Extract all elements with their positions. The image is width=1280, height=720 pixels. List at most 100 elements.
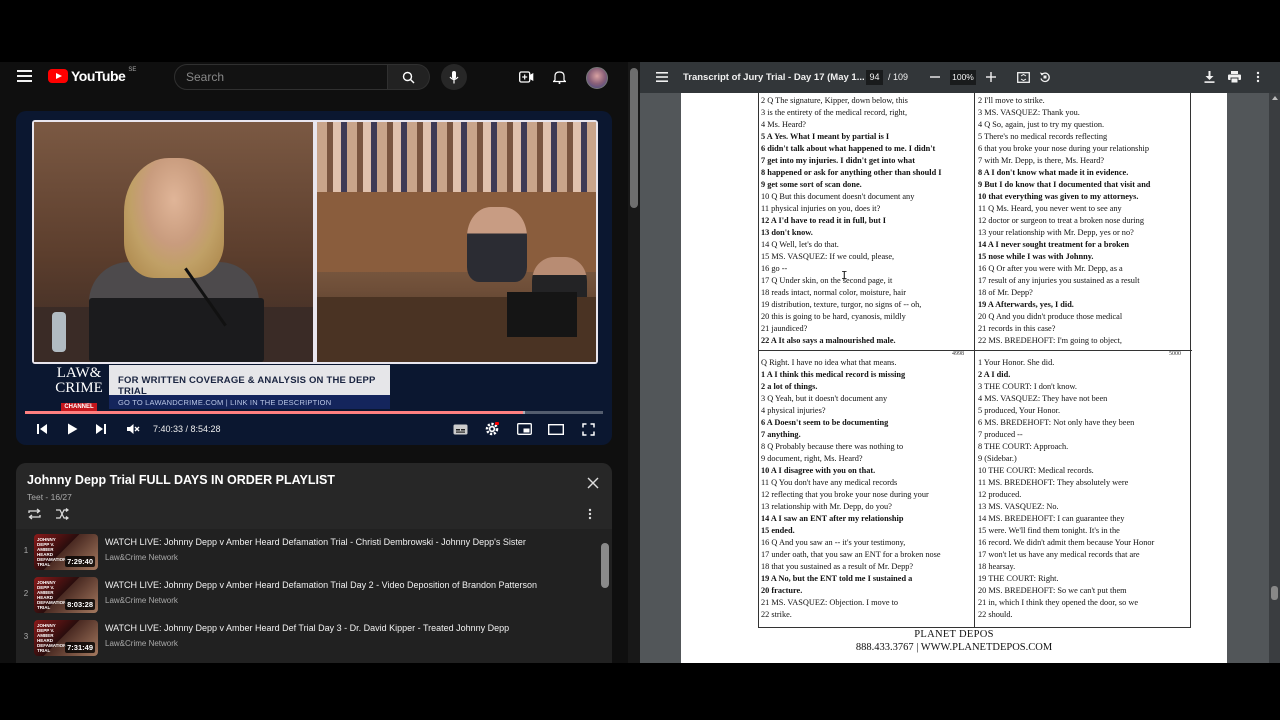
playlist-item-channel[interactable]: Law&Crime Network: [105, 553, 178, 562]
close-icon: [587, 477, 599, 489]
page-scrollbar-thumb[interactable]: [630, 68, 638, 208]
playlist-subtitle: Teet - 16/27: [27, 492, 72, 502]
pdf-viewer-pane: Transcript of Jury Trial - Day 17 (May 1…: [640, 62, 1280, 663]
fit-to-page-icon[interactable]: [1016, 70, 1030, 84]
print-icon[interactable]: [1227, 70, 1241, 84]
page-label-left: 4998: [952, 351, 964, 357]
scroll-up-arrow-icon[interactable]: [1272, 96, 1278, 100]
play-button[interactable]: [63, 420, 81, 438]
transcript-line: 4 physical injuries?: [761, 406, 826, 415]
miniplayer-button[interactable]: [515, 420, 533, 438]
zoom-in-icon[interactable]: [984, 70, 998, 84]
playlist-item[interactable]: 3 JOHNNY DEPP V. AMBER HEARD DEFAMATION …: [16, 617, 600, 659]
transcript-line: Q Right. I have no idea what that means.: [761, 358, 897, 367]
transcript-line: 18 that you sustained as a result of Mr.…: [761, 562, 914, 571]
transcript-line: 16 Q And you saw an -- it's your testimo…: [761, 538, 906, 547]
playlist-scrollbar-thumb[interactable]: [601, 543, 609, 588]
transcript-line: 15 MS. VASQUEZ: If we could, please,: [761, 252, 895, 261]
playlist-item-thumbnail[interactable]: JOHNNY DEPP V. AMBER HEARD DEFAMATION TR…: [34, 534, 98, 570]
video-duration: 8:03:28: [65, 599, 95, 610]
playlist-title[interactable]: Johnny Depp Trial FULL DAYS IN ORDER PLA…: [27, 473, 335, 487]
transcript-line: 21 MS. VASQUEZ: Objection. I move to: [761, 598, 899, 607]
search-input[interactable]: Search: [174, 64, 388, 90]
attorney-figure: [467, 207, 527, 282]
transcript-line: 9 But I do know that I documented that v…: [978, 180, 1151, 189]
loop-playlist-button[interactable]: [27, 508, 42, 523]
playlist-item-thumbnail[interactable]: JOHNNY DEPP V. AMBER HEARD DEFAMATION TR…: [34, 577, 98, 613]
laptop: [507, 292, 577, 337]
transcript-line: 7 get into my injuries. I didn't get int…: [761, 156, 915, 165]
search-button[interactable]: [388, 64, 430, 90]
page-number-input[interactable]: 94: [866, 70, 883, 85]
pdf-page[interactable]: 2 Q The signature, Kipper, down below, t…: [681, 93, 1227, 663]
transcript-line: 17 under oath, that you saw an ENT for a…: [761, 550, 941, 559]
transcript-line: 11 MS. BREDEHOFT: They absolutely were: [978, 478, 1129, 487]
zoom-level-input[interactable]: 100%: [950, 70, 976, 85]
menu-icon[interactable]: [17, 70, 32, 82]
transcript-line: 14 Q Well, let's do that.: [761, 240, 839, 249]
settings-button[interactable]: [483, 420, 501, 438]
playlist-scrollbar[interactable]: [601, 533, 609, 659]
transcript-line: 2 Q The signature, Kipper, down below, t…: [761, 96, 908, 105]
transcript-line: 21 in, which I think they opened the doo…: [978, 598, 1139, 607]
more-options-icon[interactable]: [1251, 70, 1265, 84]
previous-button[interactable]: [33, 420, 51, 438]
video-player[interactable]: LAW& CRIME CHANNEL FOR WRITTEN COVERAGE …: [16, 111, 612, 445]
playlist-item-title[interactable]: WATCH LIVE: Johnny Depp v Amber Heard De…: [105, 537, 526, 547]
close-playlist-button[interactable]: [586, 477, 600, 491]
transcript-line: 15 were. We'll find them tonight. It's i…: [978, 526, 1120, 535]
shuffle-icon: [56, 508, 69, 520]
playlist-panel: Johnny Depp Trial FULL DAYS IN ORDER PLA…: [16, 463, 612, 663]
pdf-toolbar: Transcript of Jury Trial - Day 17 (May 1…: [640, 62, 1280, 93]
avatar[interactable]: [586, 67, 608, 89]
courtroom-camera-view: [317, 122, 596, 362]
youtube-logo[interactable]: YouTube SE: [48, 67, 136, 84]
loop-icon: [28, 508, 41, 520]
thumbnail-tag: JOHNNY DEPP V. AMBER HEARD DEFAMATION TR…: [37, 580, 67, 610]
playlist-item-thumbnail[interactable]: JOHNNY DEPP V. AMBER HEARD DEFAMATION TR…: [34, 620, 98, 656]
transcript-quadrant-bottom-right: 1 Your Honor. She did. 2 A I did. 3 THE CO…: [978, 357, 1190, 621]
rotate-icon[interactable]: [1038, 70, 1052, 84]
zoom-out-icon[interactable]: [928, 70, 942, 84]
fullscreen-button[interactable]: [579, 420, 597, 438]
playlist-item-title[interactable]: WATCH LIVE: Johnny Depp v Amber Heard De…: [105, 580, 537, 590]
pdf-scrollbar-thumb[interactable]: [1271, 586, 1278, 600]
shuffle-playlist-button[interactable]: [55, 508, 69, 523]
transcript-line: 2 I'll move to strike.: [978, 96, 1045, 105]
transcript-quadrant-top-right: 2 I'll move to strike. 3 MS. VASQUEZ: Tha…: [978, 95, 1190, 347]
transcript-line: 19 distribution, texture, turgor, no sig…: [761, 300, 922, 309]
captions-icon: [453, 424, 467, 434]
mute-button[interactable]: [124, 420, 142, 438]
transcript-line: 20 MS. BREDEHOFT: So we can't put them: [978, 586, 1127, 595]
skip-next-icon: [96, 424, 106, 434]
page-scrollbar[interactable]: [628, 62, 640, 663]
transcript-line: 2 a lot of things.: [761, 382, 818, 391]
subtitles-button[interactable]: [451, 420, 469, 438]
playlist-item-channel[interactable]: Law&Crime Network: [105, 596, 178, 605]
transcript-line: 19 THE COURT: Right.: [978, 574, 1059, 583]
voice-search-button[interactable]: [441, 64, 467, 90]
pdf-menu-icon[interactable]: [655, 70, 669, 84]
playlist-item-title[interactable]: WATCH LIVE: Johnny Depp v Amber Heard De…: [105, 623, 509, 633]
playlist-item[interactable]: 1 JOHNNY DEPP V. AMBER HEARD DEFAMATION …: [16, 531, 600, 573]
transcript-line: 12 doctor or surgeon to treat a broken n…: [978, 216, 1144, 225]
transcript-line: 11 Q Ms. Heard, you never went to see an…: [978, 204, 1122, 213]
transcript-line: 17 won't let us have any medical records…: [978, 550, 1140, 559]
theater-mode-button[interactable]: [547, 420, 565, 438]
transcript-line: 17 Q Under skin, on the second page, it: [761, 276, 893, 285]
playlist-item-channel[interactable]: Law&Crime Network: [105, 639, 178, 648]
transcript-line: 9 document, right, Ms. Heard?: [761, 454, 863, 463]
transcript-line: 5 There's no medical records reflecting: [978, 132, 1108, 141]
transcript-line: 16 record. We didn't admit them because …: [978, 538, 1155, 547]
download-icon[interactable]: [1202, 70, 1216, 84]
pdf-document-title: Transcript of Jury Trial - Day 17 (May 1…: [683, 72, 865, 83]
pdf-scrollbar[interactable]: [1269, 93, 1280, 663]
transcript-line: 12 A I'd have to read it in full, but I: [761, 216, 887, 225]
playlist-item[interactable]: 2 JOHNNY DEPP V. AMBER HEARD DEFAMATION …: [16, 574, 600, 616]
next-button[interactable]: [92, 420, 110, 438]
seek-bar[interactable]: [25, 411, 603, 414]
notifications-bell-icon[interactable]: [551, 69, 567, 85]
create-video-icon[interactable]: [518, 69, 534, 85]
law-and-crime-logo: LAW& CRIME CHANNEL: [50, 366, 108, 412]
playlist-more-button[interactable]: [588, 508, 592, 523]
